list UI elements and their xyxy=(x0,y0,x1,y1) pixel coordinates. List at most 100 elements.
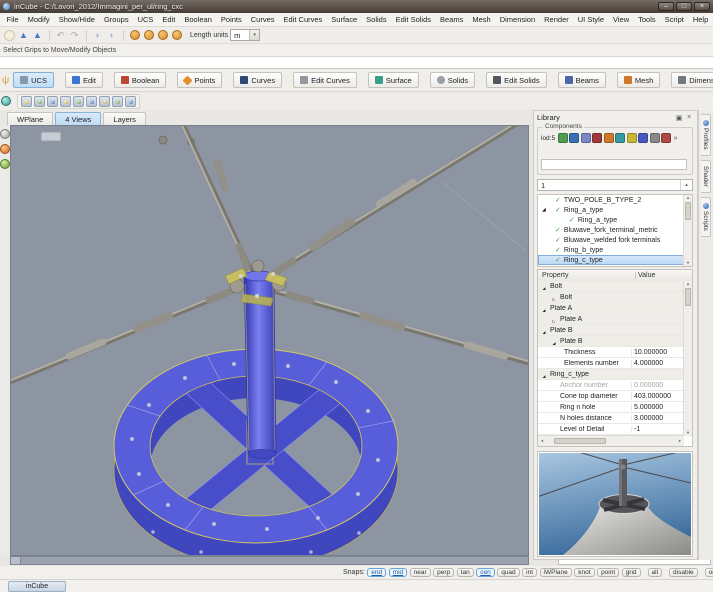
menu-script[interactable]: Script xyxy=(660,15,688,24)
scrollbar-thumb[interactable] xyxy=(685,202,691,220)
tab-beams[interactable]: Beams xyxy=(558,72,606,88)
snap-grid-button[interactable]: grid xyxy=(622,568,641,577)
property-row-elements-number[interactable]: Elements number 4.000000 xyxy=(538,358,684,369)
ucs-world-icon[interactable] xyxy=(86,96,97,107)
property-row-cone-top-diameter[interactable]: Cone top diameter 403.000000 xyxy=(538,391,684,402)
material-ball-icon[interactable] xyxy=(0,144,10,154)
component-tool-icon-10[interactable] xyxy=(661,133,671,143)
deselect-icon[interactable] xyxy=(3,29,16,42)
property-row-ring-n-hole[interactable]: Ring n hole 5.000000 xyxy=(538,402,684,413)
lock-icon[interactable] xyxy=(128,29,141,42)
ucs-object-icon[interactable] xyxy=(60,96,71,107)
menu-mesh[interactable]: Mesh xyxy=(468,15,495,24)
select-icon[interactable]: ▲ xyxy=(17,29,30,42)
snap-mid-button[interactable]: mid xyxy=(389,568,407,577)
tab-dimension[interactable]: Dimension xyxy=(671,72,713,88)
property-row-plate-b[interactable]: ◢Plate B xyxy=(538,325,684,336)
component-tool-icon-2[interactable] xyxy=(569,133,579,143)
tab-edit-curves[interactable]: Edit Curves xyxy=(293,72,357,88)
tree-scrollbar[interactable]: ▴ ▾ xyxy=(683,195,692,266)
lasso-deselect-icon[interactable]: ◗ xyxy=(105,29,118,42)
snap-point-button[interactable]: point xyxy=(597,568,619,577)
snap-disable-button[interactable]: disable xyxy=(669,568,698,577)
maximize-button[interactable]: □ xyxy=(676,2,692,11)
scrollbar-button[interactable] xyxy=(11,557,21,564)
menu-dimension[interactable]: Dimension xyxy=(495,15,539,24)
tab-wplane[interactable]: WPlane xyxy=(7,112,53,125)
menu-ucs[interactable]: UCS xyxy=(133,15,158,24)
menu-tools[interactable]: Tools xyxy=(634,15,661,24)
component-search-input[interactable] xyxy=(542,167,686,176)
ucs-rotate-icon[interactable] xyxy=(34,96,45,107)
snap-perp-button[interactable]: perp xyxy=(433,568,454,577)
menu-edit[interactable]: Edit xyxy=(158,15,180,24)
side-tab-profiles[interactable]: Profiles xyxy=(701,114,711,156)
tree-item-ring-a-type-child[interactable]: ✓ Ring_a_type xyxy=(538,215,684,225)
ucs-previous-icon[interactable] xyxy=(99,96,110,107)
lasso-select-icon[interactable]: ◗ xyxy=(91,29,104,42)
value-column-header[interactable]: Value xyxy=(635,272,692,279)
incube-document-tab[interactable]: inCube xyxy=(8,581,66,592)
tab-layers[interactable]: Layers xyxy=(103,112,146,125)
snap-ortho-button[interactable]: ortho xyxy=(705,568,713,577)
component-tool-icon-1[interactable] xyxy=(558,133,568,143)
unlock-all-icon[interactable] xyxy=(170,29,183,42)
snap-knot-button[interactable]: knot xyxy=(574,568,594,577)
tree-item-ring-a-type[interactable]: ◢ ✓ Ring_a_type xyxy=(538,205,684,215)
property-row-anchor-number[interactable]: Anchor number 0.000000 xyxy=(538,380,684,391)
side-tab-scripts[interactable]: Scripts xyxy=(701,197,711,237)
tab-points[interactable]: Points xyxy=(177,72,222,88)
tab-surface[interactable]: Surface xyxy=(368,72,419,88)
component-tool-icon-5[interactable] xyxy=(604,133,614,143)
property-row-plate-a[interactable]: ◢Plate A xyxy=(538,303,684,314)
select-window-icon[interactable]: ▲ xyxy=(31,29,44,42)
snap-int-button[interactable]: int xyxy=(522,568,537,577)
snap-tan-button[interactable]: tan xyxy=(457,568,474,577)
menu-show-hide[interactable]: Show/Hide xyxy=(54,15,99,24)
component-tool-icon-7[interactable] xyxy=(627,133,637,143)
snap-toggle-icon[interactable] xyxy=(1,96,11,106)
lock-selected-icon[interactable] xyxy=(156,29,169,42)
component-tool-icon-8[interactable] xyxy=(638,133,648,143)
menu-file[interactable]: File xyxy=(2,15,23,24)
property-grid-hscrollbar[interactable]: ◂ ▸ xyxy=(538,435,684,446)
command-line[interactable] xyxy=(0,56,713,69)
property-row-thickness[interactable]: Thickness 10.000000 xyxy=(538,347,684,358)
property-row-plate-a-sub[interactable]: ▷Plate A xyxy=(538,314,684,325)
tree-item-bluwave-fork-terminal-metric[interactable]: ✓ Bluwave_fork_terminal_metric xyxy=(538,225,684,235)
pin-icon[interactable]: ▣ xyxy=(674,114,684,122)
tab-4views[interactable]: 4 Views xyxy=(55,112,101,125)
menu-points[interactable]: Points xyxy=(216,15,246,24)
scrollbar-thumb[interactable] xyxy=(554,438,606,444)
tree-item-ring-b-type[interactable]: ✓ Ring_b_type xyxy=(538,245,684,255)
snap-cen-button[interactable]: cen xyxy=(476,568,494,577)
menu-groups[interactable]: Groups xyxy=(99,15,133,24)
snap-end-button[interactable]: end xyxy=(367,568,386,577)
scrollbar-thumb[interactable] xyxy=(685,288,691,306)
menu-surface[interactable]: Surface xyxy=(327,15,362,24)
property-row-plate-b-sub[interactable]: ◢Plate B xyxy=(538,336,684,347)
snap-quad-button[interactable]: quad xyxy=(497,568,519,577)
component-tool-icon-3[interactable] xyxy=(581,133,591,143)
component-search-box[interactable] xyxy=(541,159,687,170)
minimize-button[interactable]: – xyxy=(658,2,674,11)
toolbar-overflow-icon[interactable]: » xyxy=(674,135,678,142)
render-ball-icon[interactable] xyxy=(0,129,10,139)
property-row-bolt-sub[interactable]: ▷Bolt xyxy=(538,292,684,303)
snap-iwplane-button[interactable]: iWPlane xyxy=(540,568,572,577)
property-row-ring-c-type[interactable]: ◢Ring_c_type xyxy=(538,369,684,380)
snap-near-button[interactable]: near xyxy=(410,568,431,577)
ucs-3point-icon[interactable] xyxy=(47,96,58,107)
tab-curves[interactable]: Curves xyxy=(233,72,282,88)
component-tool-icon-9[interactable] xyxy=(650,133,660,143)
ucs-save-icon[interactable] xyxy=(125,96,136,107)
tab-ucs[interactable]: UCS xyxy=(13,72,54,88)
tree-item-two-pole-b-type-2[interactable]: ✓ TWO_POLE_B_TYPE_2 xyxy=(538,195,684,205)
3d-viewport[interactable] xyxy=(10,125,529,556)
ucs-z-axis-icon[interactable] xyxy=(112,96,123,107)
component-filter-combo[interactable]: 1 ▴ xyxy=(537,179,693,191)
property-row-level-of-detail[interactable]: Level of Detail -1 xyxy=(538,424,684,435)
menu-view[interactable]: View xyxy=(609,15,634,24)
scroll-down-icon[interactable]: ▾ xyxy=(687,260,689,266)
menu-solids[interactable]: Solids xyxy=(362,15,391,24)
